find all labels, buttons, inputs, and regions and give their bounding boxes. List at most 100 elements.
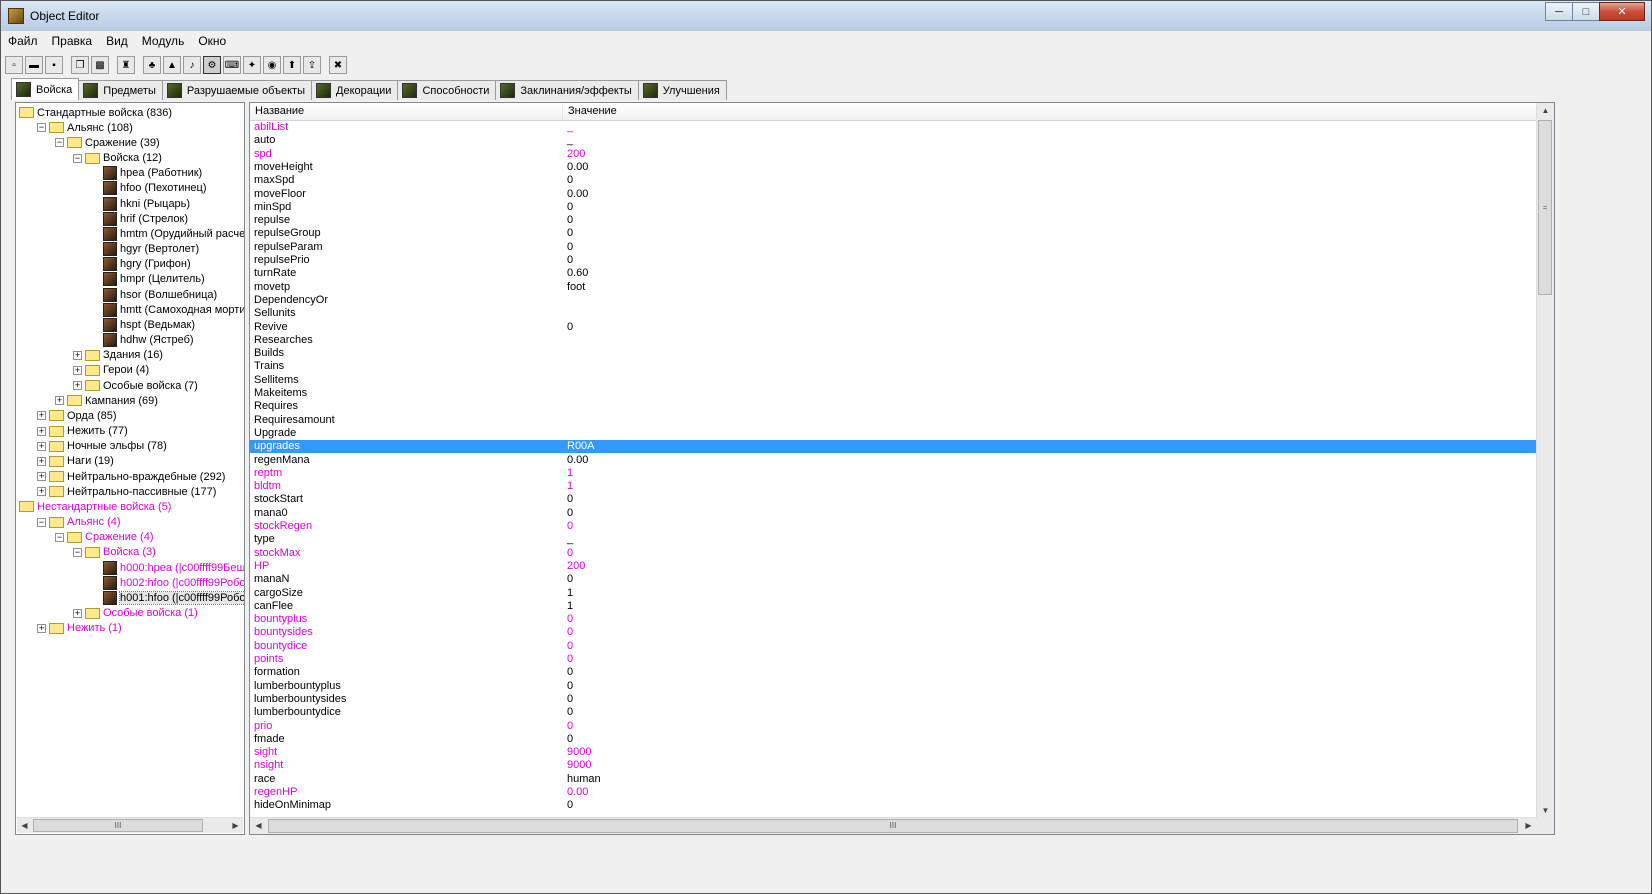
open-folder-icon[interactable]: ▬ [25,56,43,74]
sound-icon[interactable]: ♪ [183,56,201,74]
tree-item-folder[interactable]: + Особые войска (7) [73,378,198,393]
paste-icon[interactable]: ▩ [91,56,109,74]
expand-icon[interactable]: + [37,472,46,482]
tree-item-unit[interactable]: hmpr (Целитель) [91,272,205,287]
expand-icon[interactable]: + [37,426,46,436]
column-header-name[interactable]: Название [250,103,563,120]
upgrades-icon[interactable]: ⬆ [283,56,301,74]
tab-5[interactable]: Заклинания/эффекты [495,80,639,100]
scroll-thumb[interactable]: III [33,819,203,832]
tree-item-unit[interactable]: hdhw (Ястреб) [91,333,194,348]
property-row[interactable]: cargoSize 1 [250,587,1537,600]
grid-horizontal-scrollbar[interactable]: ◀ III ▶ [250,817,1537,834]
property-row[interactable]: Requiresamount [250,414,1537,427]
property-row[interactable]: bountyplus 0 [250,613,1537,626]
property-row[interactable]: upgrades R00A [250,440,1537,454]
property-row[interactable]: movetp foot [250,281,1537,294]
copy-icon[interactable]: ❐ [71,56,89,74]
property-row[interactable]: bountysides 0 [250,626,1537,639]
property-row[interactable]: regenHP 0.00 [250,786,1537,799]
property-row[interactable]: manaN 0 [250,573,1537,586]
property-row[interactable]: fmade 0 [250,733,1537,746]
abilities-icon[interactable]: ⚙ [203,56,221,74]
expand-icon[interactable]: + [37,623,46,633]
scroll-left-icon[interactable]: ◀ [251,818,266,833]
column-header-value[interactable]: Значение [563,103,1537,120]
property-row[interactable]: bountydice 0 [250,640,1537,653]
property-row[interactable]: bldtm 1 [250,480,1537,493]
menu-edit[interactable]: Правка [45,31,100,51]
tab-1[interactable]: Предметы [78,80,163,100]
tree-item-folder[interactable]: + Здания (16) [73,348,163,363]
items-icon[interactable]: ♣ [143,56,161,74]
doodads-icon[interactable]: ◉ [263,56,281,74]
property-row[interactable]: stockStart 0 [250,493,1537,506]
tree-item-unit[interactable]: hpea (Работник) [91,166,202,181]
collapse-icon[interactable]: − [55,532,64,542]
tree-item-unit[interactable]: hmtt (Самоходная мортира) [91,302,244,317]
tree-item-folder[interactable]: + Нежить (77) [37,424,128,439]
close-button[interactable]: ✕ [1599,2,1645,21]
minimize-button[interactable]: ─ [1545,2,1573,21]
tree-item-folder[interactable]: + Орда (85) [37,408,117,423]
property-row[interactable]: Researches [250,334,1537,347]
property-row[interactable]: Revive 0 [250,321,1537,334]
new-file-icon[interactable]: ▫ [5,56,23,74]
property-row[interactable]: repulseGroup 0 [250,227,1537,240]
property-row[interactable]: Builds [250,347,1537,360]
property-row[interactable]: moveFloor 0.00 [250,188,1537,201]
property-row[interactable]: Sellunits [250,307,1537,320]
property-row[interactable]: Upgrade [250,427,1537,440]
title-bar[interactable]: Object Editor ─ □ ✕ [1,1,1651,32]
collapse-icon[interactable]: − [73,547,82,557]
tab-3[interactable]: Декорации [311,80,399,100]
scroll-down-icon[interactable]: ▼ [1538,803,1553,818]
tree-item-folder[interactable]: + Нейтрально-пассивные (177) [37,484,216,499]
property-row[interactable]: canFlee 1 [250,600,1537,613]
keyboard-icon[interactable]: ⌨ [223,56,241,74]
property-row[interactable]: stockRegen 0 [250,520,1537,533]
property-row[interactable]: formation 0 [250,666,1537,679]
property-row[interactable]: Requires [250,400,1537,413]
tree-item-folder[interactable]: Нестандартные войска (5) [19,499,171,514]
save-icon[interactable]: ▪ [45,56,63,74]
menu-view[interactable]: Вид [99,31,135,51]
destructibles-icon[interactable]: ▲ [163,56,181,74]
tree-horizontal-scrollbar[interactable]: ◀ III ▶ [17,817,243,833]
expand-icon[interactable]: + [37,411,46,421]
property-row[interactable]: nsight 9000 [250,759,1537,772]
tree-item-unit[interactable]: hrif (Стрелок) [91,211,188,226]
collapse-icon[interactable]: − [73,153,82,163]
expand-icon[interactable]: + [73,365,82,375]
tree-item-unit[interactable]: hgyr (Вертолет) [91,242,199,257]
tree-item-unit[interactable]: h002:hfoo (|c00ffff99Робопес [91,575,244,590]
tree-item-folder[interactable]: + Нежить (1) [37,621,122,636]
tree-item-folder[interactable]: − Войска (3) [73,545,156,560]
collapse-icon[interactable]: − [55,138,64,148]
property-row[interactable]: points 0 [250,653,1537,666]
tab-0[interactable]: Войска [11,78,80,100]
buffs-icon[interactable]: ✦ [243,56,261,74]
tree-item-folder[interactable]: + Герои (4) [73,363,149,378]
object-tree[interactable]: Стандартные войска (836) − Альянс (108) − Ср… [15,102,245,835]
property-row[interactable]: DependencyOr [250,294,1537,307]
scroll-right-icon[interactable]: ▶ [228,818,243,833]
property-row[interactable]: Trains [250,360,1537,373]
tree-item-unit[interactable]: h000:hpea (|c00ffff99Бешенный [91,560,244,575]
maximize-button[interactable]: □ [1572,2,1600,21]
tree-item-folder[interactable]: + Ночные эльфы (78) [37,439,167,454]
menu-file[interactable]: Файл [1,31,45,51]
property-row[interactable]: regenMana 0.00 [250,454,1537,467]
scroll-up-icon[interactable]: ▲ [1538,103,1553,118]
property-row[interactable]: lumberbountydice 0 [250,706,1537,719]
scroll-thumb[interactable]: III [268,819,1518,833]
property-row[interactable]: sight 9000 [250,746,1537,759]
property-row[interactable]: prio 0 [250,720,1537,733]
expand-icon[interactable]: + [73,350,82,360]
tree-item-folder[interactable]: − Войска (12) [73,151,162,166]
scroll-thumb[interactable]: = [1538,120,1552,295]
property-row[interactable]: mana0 0 [250,507,1537,520]
export-icon[interactable]: ⇪ [303,56,321,74]
collapse-icon[interactable]: − [37,517,46,527]
tab-2[interactable]: Разрушаемые объекты [161,80,312,100]
